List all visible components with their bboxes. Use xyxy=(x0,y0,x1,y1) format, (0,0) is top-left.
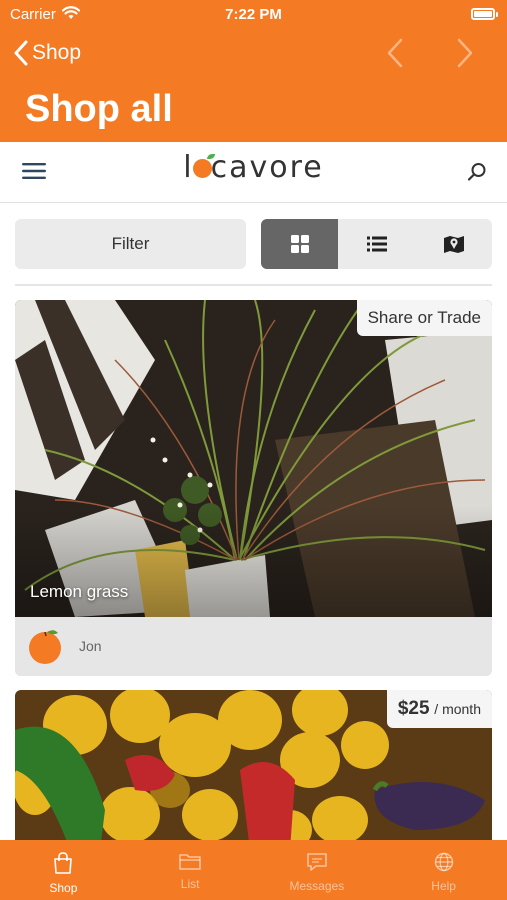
grid-icon xyxy=(290,235,309,253)
map-view-button[interactable] xyxy=(415,219,492,269)
locavore-logo: l cavore xyxy=(0,150,507,185)
divider xyxy=(15,284,492,286)
avatar[interactable] xyxy=(26,627,64,665)
back-button[interactable]: Shop xyxy=(14,38,81,68)
search-icon[interactable] xyxy=(467,162,487,182)
battery-icon xyxy=(471,8,498,20)
list-view-button[interactable] xyxy=(338,219,415,269)
listing-photo xyxy=(15,300,492,617)
price-amount: $25 xyxy=(397,698,430,719)
listing-title: Lemon grass xyxy=(30,582,129,601)
trade-badge: Share or Trade xyxy=(356,300,492,336)
tab-label: Help xyxy=(431,879,456,893)
price-badge: $25 / month xyxy=(386,690,492,728)
battery-fill xyxy=(474,11,492,17)
tab-label: List xyxy=(180,877,200,891)
listing-card[interactable]: $25 / month xyxy=(15,690,492,850)
filter-button[interactable]: Filter xyxy=(15,219,246,269)
price-unit: / month xyxy=(434,701,481,717)
chat-icon xyxy=(307,853,327,871)
navigation-bar: Shop Shop all xyxy=(0,30,507,142)
listing-toolbar: Filter xyxy=(15,219,492,269)
view-mode-selector xyxy=(261,219,492,269)
orange-logo-icon xyxy=(192,154,215,178)
previous-arrow-icon[interactable] xyxy=(380,37,410,69)
tab-help[interactable]: Help xyxy=(380,840,507,900)
tab-messages[interactable]: Messages xyxy=(254,840,381,900)
page-title: Shop all xyxy=(25,88,173,130)
next-arrow-icon[interactable] xyxy=(450,37,480,69)
list-icon xyxy=(366,236,387,252)
tab-shop[interactable]: Shop xyxy=(0,840,127,900)
status-bar: Carrier 7:22 PM xyxy=(0,0,507,30)
owner-name: Jon xyxy=(79,638,102,654)
tab-bar: Shop List Messages Help xyxy=(0,840,507,900)
chevron-left-icon xyxy=(14,40,28,66)
grid-view-button[interactable] xyxy=(261,219,338,269)
back-label: Shop xyxy=(32,41,82,64)
listing-footer: Jon xyxy=(15,617,492,676)
status-time: 7:22 PM xyxy=(225,6,282,23)
tab-label: Shop xyxy=(49,881,78,895)
bag-icon xyxy=(54,852,73,874)
map-icon xyxy=(443,236,464,253)
tab-label: Messages xyxy=(289,879,345,893)
logo-wordmark: l cavore xyxy=(183,150,324,185)
listing-card[interactable]: Share or Trade Lemon grass Jon xyxy=(15,300,492,676)
globe-icon xyxy=(434,852,453,872)
tab-list[interactable]: List xyxy=(127,840,254,900)
folder-icon xyxy=(179,854,201,870)
brand-header: l cavore xyxy=(0,142,507,203)
